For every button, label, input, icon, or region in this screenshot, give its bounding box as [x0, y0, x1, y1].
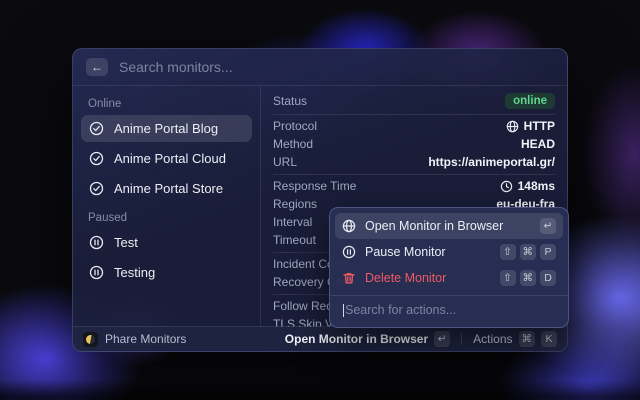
detail-value: HEAD [521, 137, 555, 151]
detail-row-status: Status online [273, 90, 555, 111]
monitor-label: Anime Portal Cloud [114, 151, 226, 166]
section-label-paused: Paused [81, 205, 252, 229]
menu-item-label: Delete Monitor [365, 271, 446, 285]
detail-value: 148ms [518, 179, 555, 193]
p-key: P [540, 244, 556, 260]
detail-label: Response Time [273, 179, 356, 193]
monitor-label: Test [114, 235, 138, 250]
menu-item-pause-monitor[interactable]: Pause Monitor ⇧ ⌘ P [335, 239, 563, 265]
return-key: ↵ [434, 331, 450, 347]
pause-circle-icon [342, 245, 356, 259]
monitor-list: Online Anime Portal Blog Anime Portal Cl… [73, 86, 261, 327]
divider [461, 333, 462, 345]
phare-logo-icon [83, 332, 98, 347]
command-key: ⌘ [519, 331, 536, 347]
detail-label: Method [273, 137, 313, 151]
command-palette-window: ← Online Anime Portal Blog Anime Portal … [72, 48, 568, 352]
app-name: Phare Monitors [105, 332, 186, 346]
monitor-label: Testing [114, 265, 155, 280]
globe-icon [506, 120, 519, 133]
detail-label: Timeout [273, 233, 316, 247]
search-header: ← [73, 49, 567, 86]
monitor-item-anime-portal-cloud[interactable]: Anime Portal Cloud [81, 145, 252, 172]
monitor-label: Anime Portal Store [114, 181, 223, 196]
pause-circle-icon [89, 235, 104, 250]
detail-row-method: Method HEAD [273, 135, 555, 153]
search-monitors-input[interactable] [119, 59, 554, 75]
menu-item-label: Pause Monitor [365, 245, 446, 259]
detail-label: Status [273, 94, 307, 108]
trash-icon [342, 271, 356, 285]
detail-label: URL [273, 155, 297, 169]
check-circle-icon [89, 181, 104, 196]
detail-row-protocol: Protocol HTTP [273, 117, 555, 135]
pause-circle-icon [89, 265, 104, 280]
menu-item-label: Open Monitor in Browser [365, 219, 503, 233]
check-circle-icon [89, 121, 104, 136]
shift-key: ⇧ [500, 270, 516, 286]
shift-key: ⇧ [500, 244, 516, 260]
k-key: K [541, 331, 557, 347]
command-key: ⌘ [520, 244, 537, 260]
menu-item-open-monitor-in-browser[interactable]: Open Monitor in Browser ↵ [335, 213, 563, 239]
detail-label: Protocol [273, 119, 317, 133]
return-key: ↵ [540, 218, 556, 234]
command-key: ⌘ [520, 270, 537, 286]
divider [273, 114, 555, 115]
menu-item-delete-monitor[interactable]: Delete Monitor ⇧ ⌘ D [335, 265, 563, 291]
globe-icon [342, 219, 356, 233]
status-badge: online [505, 93, 555, 109]
text-cursor [343, 304, 344, 317]
detail-value: https://animeportal.gr/ [428, 155, 555, 169]
monitor-item-anime-portal-store[interactable]: Anime Portal Store [81, 175, 252, 202]
back-button[interactable]: ← [86, 58, 108, 76]
primary-action-button[interactable]: Open Monitor in Browser [285, 332, 428, 346]
clock-icon [500, 180, 513, 193]
detail-label: Interval [273, 215, 312, 229]
arrow-left-icon: ← [91, 60, 103, 74]
footer-bar: Phare Monitors Open Monitor in Browser ↵… [73, 326, 567, 351]
detail-label: Regions [273, 197, 317, 211]
d-key: D [540, 270, 556, 286]
detail-value: HTTP [524, 119, 555, 133]
monitor-item-anime-portal-blog[interactable]: Anime Portal Blog [81, 115, 252, 142]
monitor-item-testing[interactable]: Testing [81, 259, 252, 286]
detail-row-response-time: Response Time 148ms [273, 177, 555, 195]
monitor-item-test[interactable]: Test [81, 229, 252, 256]
check-circle-icon [89, 151, 104, 166]
search-actions-input[interactable] [345, 303, 555, 317]
detail-row-url: URL https://animeportal.gr/ [273, 153, 555, 171]
monitor-label: Anime Portal Blog [114, 121, 218, 136]
actions-menu: Open Monitor in Browser ↵ Pause Monitor … [329, 207, 569, 328]
section-label-online: Online [81, 91, 252, 115]
actions-button[interactable]: Actions [473, 332, 512, 346]
divider [273, 174, 555, 175]
